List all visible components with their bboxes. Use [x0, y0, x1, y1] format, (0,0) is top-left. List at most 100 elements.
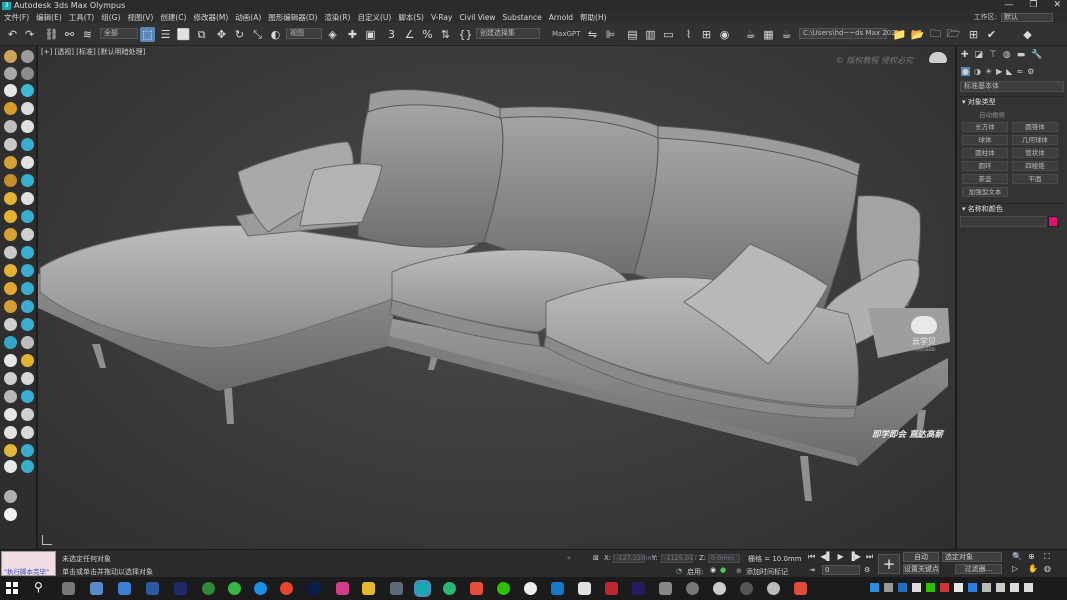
- tray-icon-11[interactable]: [1010, 583, 1019, 592]
- key-filters-button[interactable]: 过滤器...: [955, 564, 1002, 574]
- photoshop-icon[interactable]: [308, 582, 321, 595]
- object-type-rollout[interactable]: ▾ 对象类型: [960, 96, 1064, 107]
- curve-editor-icon[interactable]: ⌇: [681, 27, 696, 42]
- gear-icon[interactable]: [21, 408, 34, 421]
- stairs-icon[interactable]: [21, 228, 34, 241]
- tray-icon-1[interactable]: [870, 583, 879, 592]
- play-status-icon[interactable]: ●: [720, 566, 726, 574]
- check-icon[interactable]: ✔: [984, 27, 999, 42]
- vray-light-icon[interactable]: [21, 354, 34, 367]
- viewport-grid-icon[interactable]: ⊞: [966, 27, 981, 42]
- project-folder-icon[interactable]: 📂: [910, 27, 925, 42]
- project-browser-icon[interactable]: 🗁: [946, 27, 961, 42]
- substance-icon[interactable]: ◆: [1020, 27, 1035, 42]
- app-taskbar-icon-5[interactable]: [202, 582, 215, 595]
- previous-frame-icon[interactable]: ◀▌: [820, 552, 832, 562]
- ball-icon[interactable]: [4, 426, 17, 439]
- maxscript-listener[interactable]: "执行脚本完毕": [1, 551, 56, 576]
- app-taskbar-icon-16[interactable]: [686, 582, 699, 595]
- app-taskbar-icon-9[interactable]: [443, 582, 456, 595]
- display-tab-icon[interactable]: ▬: [1017, 50, 1026, 60]
- project-path-dropdown[interactable]: C:\Users\hd~~ds Max 202~: [799, 28, 901, 39]
- app-taskbar-icon-11[interactable]: [524, 582, 537, 595]
- menu-scripting[interactable]: 脚本(S): [398, 12, 424, 23]
- tray-icon-6[interactable]: [940, 583, 949, 592]
- teapot-button[interactable]: 茶壶: [962, 174, 1008, 184]
- modify-tab-icon[interactable]: ◪: [975, 50, 984, 60]
- align-icon[interactable]: ⊫: [603, 27, 618, 42]
- key-mode-icon[interactable]: ⇥: [809, 566, 815, 574]
- app-taskbar-icon-4[interactable]: [174, 582, 187, 595]
- scene-converter-icon[interactable]: [4, 490, 17, 503]
- menu-edit[interactable]: 编辑(E): [36, 12, 62, 23]
- wechat-icon[interactable]: [497, 582, 510, 595]
- foliage-icon[interactable]: [4, 246, 17, 259]
- menu-civil-view[interactable]: Civil View: [459, 13, 495, 22]
- menu-create[interactable]: 创建(C): [160, 12, 186, 23]
- create-cylinder-icon[interactable]: [4, 67, 17, 80]
- schematic-view-icon[interactable]: ⊞: [699, 27, 714, 42]
- selected-object-dropdown[interactable]: 选定对象: [942, 552, 1002, 562]
- link-icon[interactable]: ⛓: [44, 27, 59, 42]
- display-icon[interactable]: [21, 138, 34, 151]
- text-plus-button[interactable]: 加强型文本: [962, 187, 1008, 197]
- region-select-icon[interactable]: ⬜: [176, 27, 191, 42]
- toggle-ribbon-icon[interactable]: ▭: [661, 27, 676, 42]
- torus-button[interactable]: 圆环: [962, 161, 1008, 171]
- next-frame-icon[interactable]: ▐▶: [849, 552, 861, 562]
- sun-icon[interactable]: [4, 282, 17, 295]
- maximize-button[interactable]: ❐: [1029, 0, 1037, 10]
- object-name-input[interactable]: [960, 216, 1046, 227]
- tray-icon-8[interactable]: [968, 583, 977, 592]
- rotate-icon[interactable]: ↻: [232, 27, 247, 42]
- autogrid-checkbox[interactable]: 自动栅格: [979, 109, 1005, 119]
- cube-icon[interactable]: [4, 318, 17, 331]
- particle-icon[interactable]: [21, 192, 34, 205]
- mirror-icon[interactable]: ⇋: [585, 27, 600, 42]
- document-icon[interactable]: [21, 426, 34, 439]
- railing-icon[interactable]: [21, 246, 34, 259]
- menu-substance[interactable]: Substance: [503, 13, 542, 22]
- wall-icon[interactable]: [4, 264, 17, 277]
- 3dsmax-taskbar-icon[interactable]: [414, 580, 431, 597]
- patch-grid-icon[interactable]: [4, 210, 17, 223]
- tray-icon-9[interactable]: [982, 583, 991, 592]
- select-by-name-icon[interactable]: ☰: [158, 27, 173, 42]
- add-time-tag[interactable]: 添加时间标记: [746, 567, 788, 577]
- helpers-icon[interactable]: ◣: [1006, 67, 1012, 76]
- manipulate-icon[interactable]: ✚: [345, 27, 360, 42]
- z-coordinate-field[interactable]: 0.0mm: [708, 554, 740, 563]
- teapot-icon[interactable]: [21, 460, 34, 473]
- door-icon[interactable]: [21, 210, 34, 223]
- snap-toggle-icon[interactable]: 3: [384, 27, 399, 42]
- workspace-dropdown[interactable]: 默认: [1001, 12, 1053, 22]
- tray-icon-4[interactable]: [912, 583, 921, 592]
- premiere-icon[interactable]: [632, 582, 645, 595]
- menu-help[interactable]: 帮助(H): [580, 12, 607, 23]
- lock-selection-icon[interactable]: ⊠: [593, 554, 599, 562]
- question-icon[interactable]: [21, 390, 34, 403]
- fov-icon[interactable]: ▷: [1012, 564, 1028, 573]
- create-light-icon[interactable]: [21, 84, 34, 97]
- create-spacewarp-icon[interactable]: [21, 102, 34, 115]
- redo-icon[interactable]: ↷: [22, 27, 37, 42]
- geosphere-button[interactable]: 几何球体: [1012, 135, 1058, 145]
- go-to-end-icon[interactable]: ⏭: [866, 552, 873, 562]
- chrome-icon[interactable]: [280, 582, 293, 595]
- layer-explorer-icon[interactable]: ▥: [643, 27, 658, 42]
- spline-icon[interactable]: [4, 174, 17, 187]
- material-editor-icon[interactable]: ◉: [717, 27, 732, 42]
- cylinder-button[interactable]: 圆柱体: [962, 148, 1008, 158]
- plane-button[interactable]: 平面: [1012, 174, 1058, 184]
- utilities-icon[interactable]: [4, 156, 17, 169]
- compound-icon[interactable]: [4, 192, 17, 205]
- grass-icon[interactable]: [4, 390, 17, 403]
- hierarchy-tab-icon[interactable]: ⊤: [989, 50, 997, 60]
- pyramid-button[interactable]: 四棱锥: [1012, 161, 1058, 171]
- menu-animation[interactable]: 动画(A): [235, 12, 261, 23]
- app-taskbar-icon-2[interactable]: [118, 582, 131, 595]
- render-setup-icon[interactable]: ☕: [743, 27, 758, 42]
- create-camera-icon[interactable]: [4, 84, 17, 97]
- y-coordinate-field[interactable]: -1125.017: [661, 554, 697, 563]
- app-taskbar-icon-15[interactable]: [659, 582, 672, 595]
